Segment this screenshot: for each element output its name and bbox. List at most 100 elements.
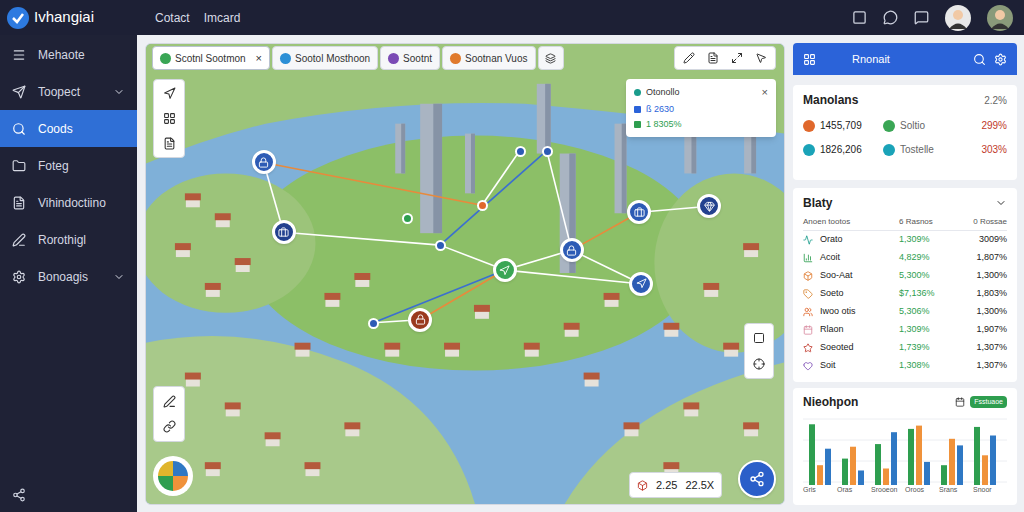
map-pin[interactable]	[368, 318, 379, 329]
collapse-icon[interactable]	[995, 197, 1007, 209]
route-line	[264, 162, 482, 205]
message-icon[interactable]	[914, 10, 929, 25]
chart-bar[interactable]	[990, 436, 996, 486]
sidebar-item[interactable]: Bonoagis	[0, 258, 137, 295]
panel-title: Rnonait	[852, 51, 965, 68]
popup-close[interactable]: ×	[762, 84, 768, 101]
route-line	[547, 151, 572, 251]
chart-bar[interactable]	[850, 447, 856, 485]
map-pin[interactable]	[493, 258, 517, 282]
panel-header: Rnonait	[793, 43, 1017, 75]
chart-bar[interactable]	[842, 459, 848, 485]
sidebar-item-icon	[12, 122, 26, 136]
grid-icon[interactable]	[163, 112, 176, 125]
sidebar-item[interactable]: Mehaote	[0, 36, 137, 73]
chart-bar[interactable]	[957, 445, 963, 485]
map-pin[interactable]	[408, 308, 432, 332]
table-row[interactable]: Iwoo otis5,306%1,300%	[803, 303, 1007, 321]
link-icon[interactable]	[163, 420, 176, 433]
select-icon[interactable]	[753, 332, 765, 344]
route-line	[482, 151, 520, 206]
share-icon[interactable]	[12, 488, 26, 502]
chart-bar[interactable]	[941, 465, 947, 485]
table-row[interactable]: Soeto$7,136%1,803%	[803, 285, 1007, 303]
chart-bar[interactable]	[817, 465, 823, 485]
pin-icon	[499, 265, 510, 276]
logo[interactable]: Ivhangiai	[7, 6, 155, 29]
chart-bar[interactable]	[916, 426, 922, 485]
row-icon	[803, 343, 813, 353]
table-row[interactable]: Soeoted1,739%1,307%	[803, 339, 1007, 357]
locate-button[interactable]	[738, 460, 776, 498]
profile-avatar-icon[interactable]	[987, 5, 1013, 31]
expand-icon[interactable]	[731, 52, 743, 64]
map-pin[interactable]	[272, 220, 296, 244]
draw-icon[interactable]	[163, 395, 176, 408]
pointer-icon[interactable]	[755, 52, 767, 64]
map[interactable]: Scotnl Sootmon×Sootol MosthoonSootntSoot…	[145, 43, 785, 505]
top-menu-item[interactable]: Imcard	[204, 9, 241, 27]
map-toolbar	[674, 46, 776, 70]
chart-label: Oras	[837, 485, 871, 496]
chart-label: Gris	[803, 485, 837, 496]
sidebar-item[interactable]: Coods	[0, 110, 137, 147]
chart-bar[interactable]	[974, 427, 980, 485]
map-pin[interactable]	[560, 238, 584, 262]
summary-title: Manolans	[803, 91, 984, 109]
chart-bar[interactable]	[982, 455, 988, 485]
sidebar-item[interactable]: Foteg	[0, 147, 137, 184]
chart-bar[interactable]	[825, 449, 831, 485]
map-pin[interactable]	[515, 146, 526, 157]
map-pin[interactable]	[252, 150, 276, 174]
apps-icon[interactable]	[803, 53, 816, 66]
row-icon	[803, 307, 813, 317]
top-menu-item[interactable]: Cotact	[155, 9, 190, 27]
table-row[interactable]: Soo-Aat5,300%1,300%	[803, 267, 1007, 285]
navigate-icon[interactable]	[163, 87, 176, 100]
right-panel: RnonaitManolans2.2%1455,709Soltio299%182…	[793, 43, 1017, 505]
file-icon[interactable]	[707, 52, 719, 64]
chart-bar[interactable]	[875, 444, 881, 485]
chart-bar[interactable]	[891, 432, 897, 485]
map-tab[interactable]: Sootol Mosthoon	[272, 46, 378, 70]
chart-badge: Fsstuaoe	[970, 396, 1007, 409]
table-row[interactable]: Orato1,309%3009%	[803, 231, 1007, 249]
table-row[interactable]: Soit1,308%1,307%	[803, 357, 1007, 375]
window-icon[interactable]	[852, 10, 867, 25]
chart-bar[interactable]	[809, 424, 815, 485]
route-line	[420, 270, 505, 320]
calendar-icon[interactable]	[955, 397, 965, 407]
top-actions	[852, 5, 1017, 31]
search-icon[interactable]	[973, 53, 986, 66]
tab-close[interactable]: ×	[256, 50, 262, 67]
chat-icon[interactable]	[883, 10, 898, 25]
chart-bar[interactable]	[924, 462, 930, 485]
chart-bar[interactable]	[883, 469, 889, 486]
table-row[interactable]: Acoit4,829%1,807%	[803, 249, 1007, 267]
tab-extra[interactable]	[538, 46, 564, 70]
map-tab[interactable]: Sootnan Vuos	[442, 46, 535, 70]
summary-row: 1826,206Tostelle303%	[803, 142, 1007, 157]
locate-icon[interactable]	[753, 358, 765, 370]
notes-icon[interactable]	[163, 137, 176, 150]
map-tab[interactable]: Scotnl Sootmon×	[152, 46, 270, 70]
chart-bar[interactable]	[908, 429, 914, 485]
sidebar-item[interactable]: Toopect	[0, 73, 137, 110]
layers-icon	[545, 53, 556, 64]
map-pin[interactable]	[542, 146, 553, 157]
chart-label: Srans	[939, 485, 973, 496]
table-row[interactable]: Rlaon1,309%1,907%	[803, 321, 1007, 339]
row-icon	[803, 271, 813, 281]
popup-title: Otonollo	[646, 86, 757, 100]
popup-row: ß 2630	[634, 103, 768, 117]
chart-bar[interactable]	[858, 470, 864, 485]
sidebar-item[interactable]: Rorothigl	[0, 221, 137, 258]
edit-icon[interactable]	[683, 52, 695, 64]
sidebar-item[interactable]: Vihindoctiino	[0, 184, 137, 221]
pie-icon[interactable]	[153, 456, 193, 496]
map-tab[interactable]: Sootnt	[380, 46, 440, 70]
pin-icon	[415, 314, 426, 325]
user-avatar-icon[interactable]	[945, 5, 971, 31]
settings-icon[interactable]	[994, 53, 1007, 66]
chart-bar[interactable]	[949, 439, 955, 485]
